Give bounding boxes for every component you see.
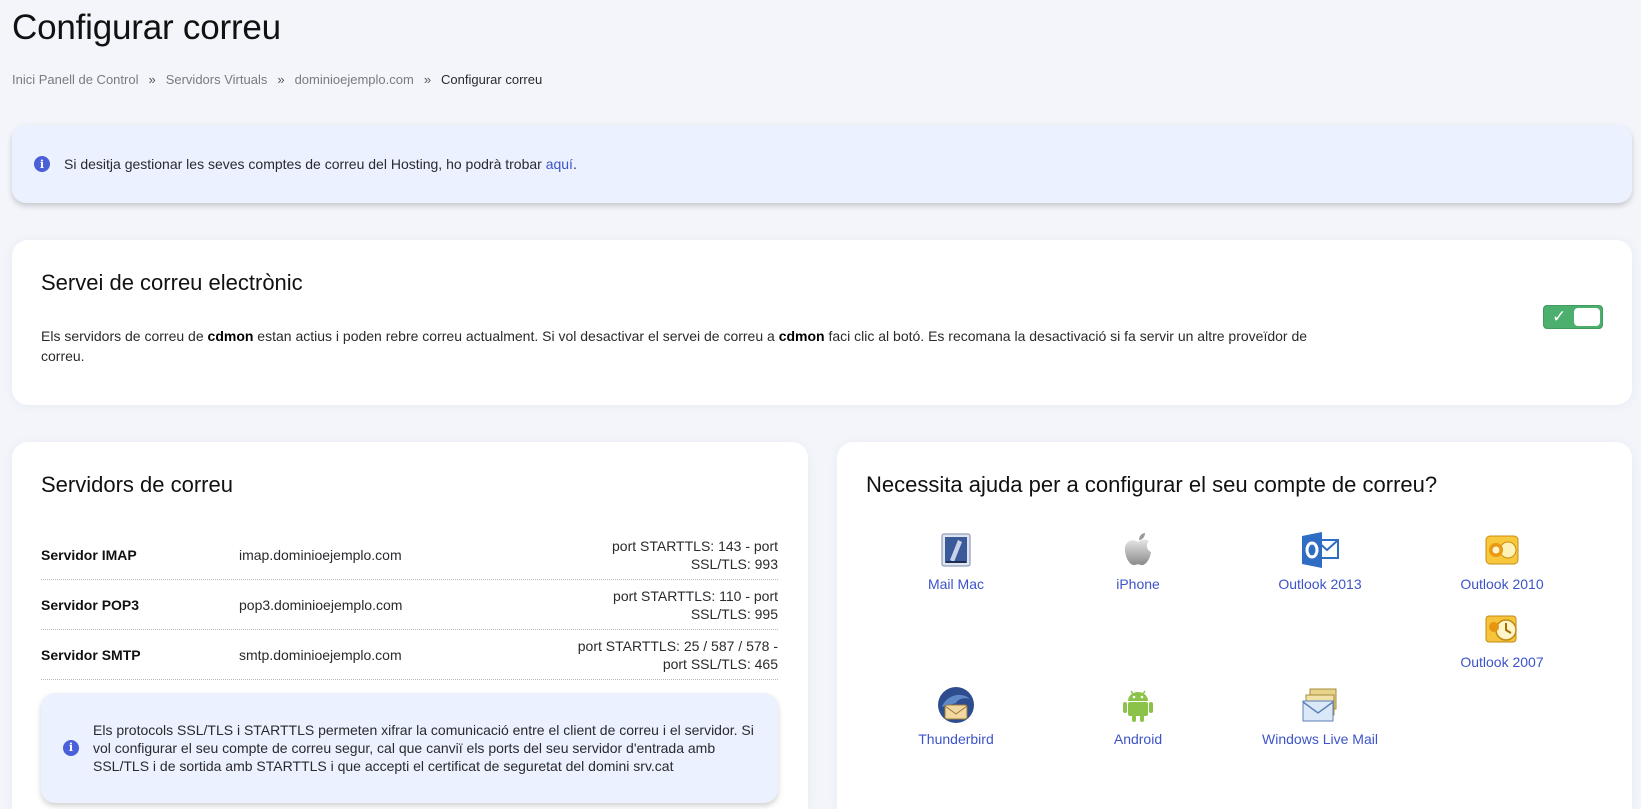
server-host: smtp.dominioejemplo.com	[239, 646, 402, 663]
thunderbird-icon	[938, 687, 974, 723]
client-mail-mac[interactable]: Mail Mac	[881, 530, 1031, 592]
hosting-info-banner: i Si desitja gestionar les seves comptes…	[12, 125, 1632, 203]
ssl-tls-note: i Els protocols SSL/TLS i STARTTLS perme…	[41, 693, 778, 803]
client-label: iPhone	[1116, 576, 1160, 592]
info-icon: i	[63, 740, 79, 756]
client-label: Android	[1113, 731, 1163, 747]
mail-servers-title: Servidors de correu	[41, 472, 233, 497]
check-icon: ✓	[1552, 307, 1567, 326]
outlook-2010-icon	[1485, 535, 1519, 565]
email-service-toggle[interactable]: ✓	[1543, 305, 1603, 329]
server-ports: port STARTTLS: 25 / 587 / 578 - port SSL/…	[548, 637, 778, 673]
outlook-2007-icon	[1485, 615, 1517, 643]
desc-part1: Els servidors de correu de	[41, 328, 208, 344]
server-host: pop3.dominioejemplo.com	[239, 596, 403, 613]
desc-part2: estan actius i poden rebre correu actual…	[253, 328, 779, 344]
client-windows-live-mail[interactable]: Windows Live Mail	[1245, 685, 1395, 747]
table-row: Servidor SMTP smtp.dominioejemplo.com po…	[41, 630, 778, 680]
ports-line: port STARTTLS: 110 - port	[613, 587, 778, 604]
client-android[interactable]: Android	[1063, 685, 1213, 747]
ports-line: SSL/TLS: 995	[690, 605, 778, 622]
email-service-card: Servei de correu electrònic Els servidor…	[12, 240, 1632, 405]
server-host: imap.dominioejemplo.com	[239, 546, 402, 563]
client-outlook-2007[interactable]: Outlook 2007	[1427, 608, 1577, 670]
page-title: Configurar correu	[12, 8, 281, 47]
mail-servers-table: Servidor IMAP imap.dominioejemplo.com po…	[41, 530, 778, 680]
client-label: Outlook 2007	[1460, 654, 1544, 670]
client-thunderbird[interactable]: Thunderbird	[881, 685, 1031, 747]
client-label: Thunderbird	[918, 731, 994, 747]
mail-servers-card: Servidors de correu Servidor IMAP imap.d…	[12, 442, 808, 809]
ports-line: port STARTTLS: 25 / 587 / 578 -	[577, 637, 778, 654]
breadcrumb-separator: »	[423, 72, 432, 87]
breadcrumb-home[interactable]: Inici Panell de Control	[12, 72, 138, 87]
server-ports: port STARTTLS: 110 - port SSL/TLS: 995	[548, 587, 778, 623]
breadcrumb-separator: »	[277, 72, 285, 87]
hosting-mail-link[interactable]: aquí	[546, 156, 573, 172]
server-label: Servidor SMTP	[41, 646, 141, 663]
client-outlook-2010[interactable]: Outlook 2010	[1427, 530, 1577, 592]
info-banner-message: Si desitja gestionar les seves comptes d…	[64, 156, 546, 172]
info-banner-text: Si desitja gestionar les seves comptes d…	[64, 156, 577, 172]
server-label: Servidor IMAP	[41, 546, 137, 563]
info-icon: i	[34, 156, 50, 172]
client-label: Mail Mac	[927, 576, 984, 592]
info-banner-suffix: .	[572, 156, 577, 172]
brand-name: cdmon	[207, 328, 254, 344]
server-ports: port STARTTLS: 143 - port SSL/TLS: 993	[548, 537, 778, 573]
client-outlook-2013[interactable]: Outlook 2013	[1245, 530, 1395, 592]
table-row: Servidor POP3 pop3.dominioejemplo.com po…	[41, 580, 778, 630]
help-card: Necessita ajuda per a configurar el seu …	[837, 442, 1632, 809]
windows-live-mail-icon	[1302, 688, 1337, 722]
toggle-knob	[1574, 308, 1600, 326]
table-row: Servidor IMAP imap.dominioejemplo.com po…	[41, 530, 778, 580]
breadcrumb-current: Configurar correu	[441, 72, 543, 87]
breadcrumb-separator: »	[148, 72, 156, 87]
breadcrumb-virtual-servers[interactable]: Servidors Virtuals	[166, 72, 268, 87]
breadcrumb: Inici Panell de Control » Servidors Virt…	[12, 72, 542, 87]
apple-icon	[1124, 533, 1151, 566]
outlook-2013-icon	[1302, 532, 1339, 568]
android-icon	[1123, 690, 1153, 722]
ssl-tls-note-text: Els protocols SSL/TLS i STARTTLS permete…	[93, 722, 754, 774]
client-label: Outlook 2010	[1460, 576, 1544, 592]
client-list: Mail Mac iPhone Outlook 2013 Outlook 201…	[837, 442, 1632, 809]
ports-line: port STARTTLS: 143 - port	[612, 537, 778, 554]
brand-name: cdmon	[778, 328, 825, 344]
ports-line: SSL/TLS: 993	[690, 555, 778, 572]
email-service-description: Els servidors de correu de cdmon estan a…	[41, 326, 1331, 366]
client-iphone[interactable]: iPhone	[1063, 530, 1213, 592]
client-label: Outlook 2013	[1278, 576, 1362, 592]
email-service-title: Servei de correu electrònic	[41, 270, 303, 295]
mail-mac-icon	[941, 533, 971, 567]
ports-line: port SSL/TLS: 465	[662, 655, 778, 672]
server-label: Servidor POP3	[41, 596, 140, 613]
client-label: Windows Live Mail	[1262, 731, 1378, 747]
breadcrumb-domain[interactable]: dominioejemplo.com	[295, 72, 414, 87]
